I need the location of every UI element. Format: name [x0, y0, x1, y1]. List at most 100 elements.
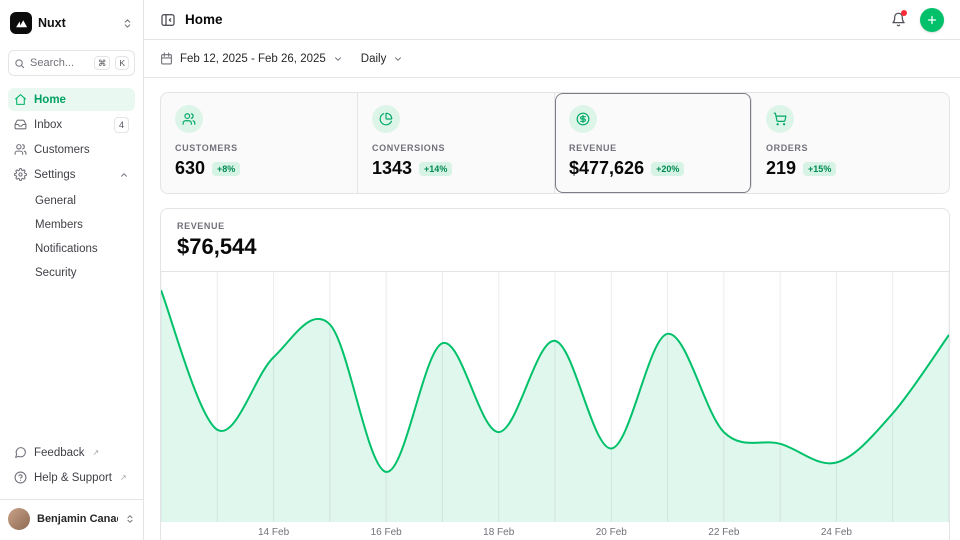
- stats-row: CUSTOMERS 630 +8% CONVERSIONS 1343 +14%: [160, 92, 950, 194]
- gear-icon: [14, 168, 27, 181]
- workspace-selector[interactable]: Nuxt: [8, 10, 135, 36]
- x-axis-tick-label: 24 Feb: [821, 527, 852, 538]
- date-range-picker[interactable]: Feb 12, 2025 - Feb 26, 2025: [160, 52, 343, 65]
- sidebar-collapse-button[interactable]: [160, 12, 176, 28]
- chevrons-up-down-icon: [122, 18, 133, 29]
- sidebar-item-customers[interactable]: Customers: [8, 138, 135, 161]
- chat-bubble-icon: [14, 446, 27, 459]
- x-axis-tick-label: 14 Feb: [258, 527, 289, 538]
- sidebar-item-settings[interactable]: Settings: [8, 163, 135, 186]
- sidebar-item-label: Security: [35, 267, 77, 279]
- dollar-circle-icon: [569, 105, 597, 133]
- date-range-label: Feb 12, 2025 - Feb 26, 2025: [180, 53, 326, 65]
- user-name: Benjamin Canac: [37, 513, 118, 525]
- x-axis: 14 Feb 16 Feb 18 Feb 20 Feb 22 Feb 24 Feb: [161, 522, 949, 540]
- home-icon: [14, 93, 27, 106]
- x-axis-tick-label: 20 Feb: [596, 527, 627, 538]
- stat-label: CUSTOMERS: [175, 143, 343, 153]
- user-menu[interactable]: Benjamin Canac: [0, 499, 143, 532]
- chevron-down-icon: [393, 54, 403, 64]
- stat-delta-badge: +14%: [419, 162, 452, 176]
- stat-value: 630: [175, 158, 205, 179]
- inbox-count-badge: 4: [114, 117, 129, 133]
- feedback-link[interactable]: Feedback ↗: [8, 441, 135, 464]
- stat-card-orders[interactable]: ORDERS 219 +15%: [752, 93, 949, 193]
- notifications-button[interactable]: [891, 12, 906, 27]
- sidebar-item-inbox[interactable]: Inbox 4: [8, 113, 135, 136]
- notification-dot: [901, 10, 907, 16]
- kbd-key: K: [115, 56, 129, 70]
- sidebar-item-security[interactable]: Security: [35, 262, 135, 284]
- x-axis-tick-label: 16 Feb: [371, 527, 402, 538]
- sidebar-nav: Home Inbox 4 Customers Settings Genera: [8, 88, 135, 284]
- external-link-icon: ↗: [120, 473, 127, 482]
- revenue-area-chart[interactable]: [161, 272, 949, 522]
- page-title: Home: [185, 12, 223, 27]
- kbd-meta: ⌘: [94, 56, 111, 70]
- stat-value: 1343: [372, 158, 412, 179]
- settings-submenu: General Members Notifications Security: [8, 190, 135, 284]
- users-icon: [14, 143, 27, 156]
- sidebar-footer: Feedback ↗ Help & Support ↗ Benjamin Can…: [8, 441, 135, 532]
- sidebar: Nuxt Search... ⌘ K Home Inbox 4: [0, 0, 144, 540]
- chart-pie-icon: [372, 105, 400, 133]
- stat-delta-badge: +20%: [651, 162, 684, 176]
- stat-value: 219: [766, 158, 796, 179]
- x-axis-tick-label: 22 Feb: [708, 527, 739, 538]
- search-placeholder: Search...: [30, 57, 89, 69]
- add-button[interactable]: [920, 8, 944, 32]
- chart-metric-value: $76,544: [177, 234, 933, 260]
- stat-value: $477,626: [569, 158, 644, 179]
- chevrons-up-down-icon: [125, 514, 135, 524]
- stat-delta-badge: +8%: [212, 162, 240, 176]
- sidebar-item-members[interactable]: Members: [35, 214, 135, 236]
- link-label: Help & Support: [34, 472, 112, 484]
- chart-svg: [161, 272, 949, 522]
- external-link-icon: ↗: [93, 448, 100, 457]
- sidebar-item-notifications[interactable]: Notifications: [35, 238, 135, 260]
- nuxt-logo-icon: [10, 12, 32, 34]
- revenue-chart-card: REVENUE $76,544 14 Feb 16 Feb 18 Feb 20 Feb…: [160, 208, 950, 540]
- filters-toolbar: Feb 12, 2025 - Feb 26, 2025 Daily: [144, 40, 960, 78]
- panel-left-icon: [160, 12, 176, 28]
- sidebar-item-label: Customers: [34, 144, 90, 156]
- sidebar-item-home[interactable]: Home: [8, 88, 135, 111]
- sidebar-item-label: General: [35, 195, 76, 207]
- chevron-up-icon: [119, 170, 129, 180]
- x-axis-tick-label: 18 Feb: [483, 527, 514, 538]
- help-circle-icon: [14, 471, 27, 484]
- calendar-icon: [160, 52, 173, 65]
- stat-card-customers[interactable]: CUSTOMERS 630 +8%: [161, 93, 358, 193]
- period-select[interactable]: Daily: [361, 53, 404, 65]
- stat-card-conversions[interactable]: CONVERSIONS 1343 +14%: [358, 93, 555, 193]
- stat-delta-badge: +15%: [803, 162, 836, 176]
- chart-header: REVENUE $76,544: [161, 209, 949, 272]
- users-icon: [175, 105, 203, 133]
- search-input[interactable]: Search... ⌘ K: [8, 50, 135, 76]
- workspace-name: Nuxt: [38, 16, 66, 30]
- chevron-down-icon: [333, 54, 343, 64]
- stat-card-revenue[interactable]: REVENUE $477,626 +20%: [555, 93, 752, 193]
- sidebar-item-label: Notifications: [35, 243, 98, 255]
- sidebar-item-label: Members: [35, 219, 83, 231]
- link-label: Feedback: [34, 447, 85, 459]
- stat-label: REVENUE: [569, 143, 737, 153]
- dashboard-content: CUSTOMERS 630 +8% CONVERSIONS 1343 +14%: [144, 78, 960, 540]
- stat-label: CONVERSIONS: [372, 143, 540, 153]
- sidebar-item-label: Inbox: [34, 119, 62, 131]
- sidebar-item-label: Home: [34, 94, 66, 106]
- header-actions: [891, 8, 944, 32]
- inbox-icon: [14, 118, 27, 131]
- chart-metric-label: REVENUE: [177, 221, 933, 231]
- search-icon: [14, 58, 25, 69]
- main-area: Home Feb 12, 2025 - Feb 26, 2025: [144, 0, 960, 540]
- avatar: [8, 508, 30, 530]
- period-label: Daily: [361, 53, 387, 65]
- cart-icon: [766, 105, 794, 133]
- help-support-link[interactable]: Help & Support ↗: [8, 466, 135, 489]
- page-header: Home: [144, 0, 960, 40]
- plus-icon: [926, 14, 938, 26]
- sidebar-item-general[interactable]: General: [35, 190, 135, 212]
- sidebar-item-label: Settings: [34, 169, 76, 181]
- stat-label: ORDERS: [766, 143, 935, 153]
